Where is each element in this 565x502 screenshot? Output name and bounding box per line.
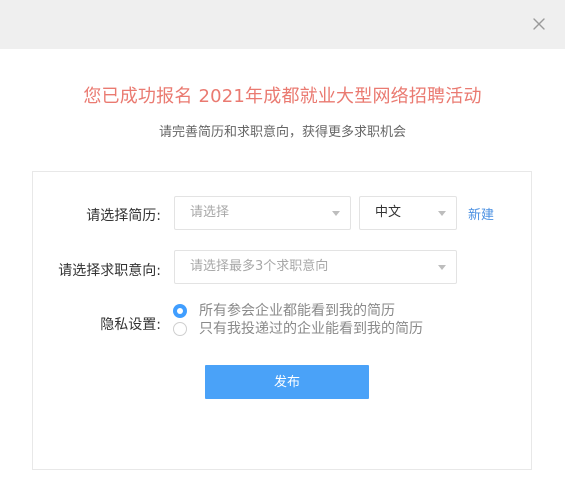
privacy-option-label: 所有参会企业都能看到我的简历 bbox=[199, 303, 395, 319]
privacy-option-all[interactable]: 所有参会企业都能看到我的简历 bbox=[173, 302, 473, 320]
privacy-option-label: 只有我投递过的企业能看到我的简历 bbox=[199, 321, 423, 337]
privacy-option-applied[interactable]: 只有我投递过的企业能看到我的简历 bbox=[173, 320, 473, 338]
caret-down-icon bbox=[438, 211, 446, 216]
close-icon bbox=[533, 18, 545, 30]
registration-form-panel: 请选择简历: 请选择 中文 新建 请选择求职意向: 请选择最多3个求职意向 隐私… bbox=[32, 171, 532, 470]
dialog-title: 您已成功报名 2021年成都就业大型网络招聘活动 bbox=[83, 86, 482, 107]
language-select-value: 中文 bbox=[375, 205, 402, 220]
resume-select[interactable]: 请选择 bbox=[174, 196, 351, 230]
job-intent-placeholder: 请选择最多3个求职意向 bbox=[190, 259, 329, 274]
caret-down-icon bbox=[332, 211, 340, 216]
publish-button[interactable]: 发布 bbox=[205, 365, 369, 399]
job-intent-select[interactable]: 请选择最多3个求职意向 bbox=[174, 250, 457, 284]
close-button[interactable] bbox=[529, 14, 549, 34]
caret-down-icon bbox=[438, 265, 446, 270]
radio-unchecked-icon bbox=[173, 322, 187, 336]
resume-select-placeholder: 请选择 bbox=[190, 205, 230, 220]
dialog-header-bar bbox=[0, 0, 565, 49]
new-resume-link[interactable]: 新建 bbox=[468, 204, 494, 223]
privacy-label: 隐私设置: bbox=[100, 317, 161, 333]
job-intent-label: 请选择求职意向: bbox=[58, 263, 161, 279]
language-select[interactable]: 中文 bbox=[359, 196, 457, 230]
resume-label: 请选择简历: bbox=[86, 208, 161, 224]
dialog-subtitle: 请完善简历和求职意向，获得更多求职机会 bbox=[158, 125, 406, 140]
radio-checked-icon bbox=[173, 304, 187, 318]
